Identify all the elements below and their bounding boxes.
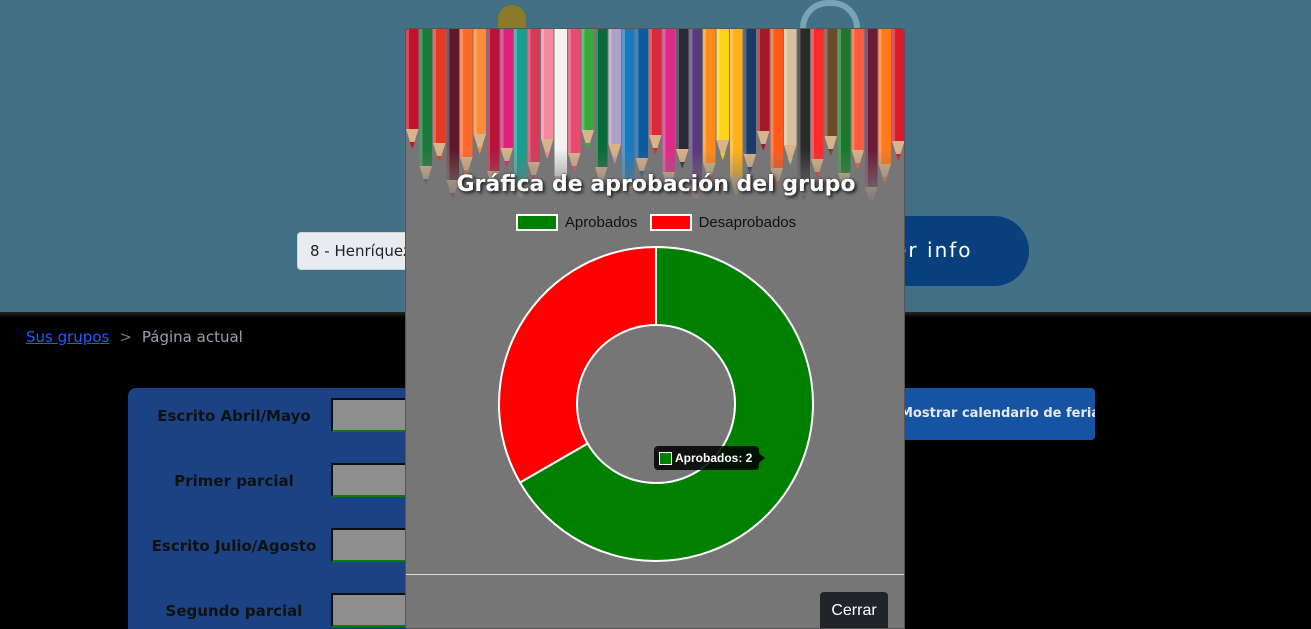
approval-chart-modal: Gráfica de aprobación del grupo Aprobado…: [405, 28, 905, 629]
pencil-shape: [676, 29, 689, 169]
pencil-shape: [892, 29, 904, 161]
doughnut-chart: [406, 234, 904, 574]
legend-label: Desaprobados: [698, 214, 797, 231]
pencil-shape: [608, 29, 621, 164]
grade-row: Segundo parcial: [128, 593, 431, 629]
holiday-calendar-button[interactable]: Mostrar calendario de feriados: [880, 388, 1095, 440]
donut-slice-desaprobados[interactable]: [498, 245, 657, 484]
chart-legend: Aprobados Desaprobados: [406, 214, 904, 235]
breadcrumb-link-groups[interactable]: Sus grupos: [26, 328, 109, 346]
grade-label: Primer parcial: [174, 472, 294, 490]
pencil-shape: [649, 29, 662, 155]
breadcrumb-current: Página actual: [141, 328, 243, 346]
breadcrumb: Sus grupos > Página actual: [26, 328, 243, 346]
pencil-shape: [716, 29, 729, 160]
pencil-shape: [541, 29, 554, 159]
pencil-shape: [581, 29, 594, 150]
tooltip-swatch: [659, 451, 672, 465]
pencil-shape: [757, 29, 770, 151]
close-button[interactable]: Cerrar: [820, 592, 888, 628]
legend-item-desaprobados[interactable]: Desaprobados: [649, 214, 797, 231]
legend-swatch-red: [649, 214, 692, 231]
pencil-shape: [406, 29, 419, 149]
grade-row: Primer parcial: [128, 463, 431, 499]
grade-label: Escrito Abril/Mayo: [157, 407, 311, 425]
logo-arc: [800, 0, 860, 28]
legend-label: Aprobados: [564, 214, 638, 231]
grade-label: Escrito Julio/Agosto: [151, 537, 317, 555]
pencil-shape: [473, 29, 486, 154]
pencil-shape: [824, 29, 837, 156]
breadcrumb-separator: >: [119, 328, 132, 346]
legend-swatch-green: [515, 214, 558, 231]
tooltip-text: Aprobados: 2: [675, 451, 753, 465]
modal-title: Gráfica de aprobación del grupo: [456, 172, 856, 197]
grades-panel: Escrito Abril/Mayo Primer parcial Escrit…: [128, 388, 431, 629]
grade-label: Segundo parcial: [165, 602, 303, 620]
grade-row: Escrito Julio/Agosto: [128, 528, 431, 564]
legend-item-aprobados[interactable]: Aprobados: [515, 214, 638, 231]
grade-row: Escrito Abril/Mayo: [128, 398, 431, 434]
pencil-shape: [433, 29, 446, 163]
modal-footer-divider: [406, 574, 904, 575]
pencil-shape: [500, 29, 513, 168]
chart-tooltip: Aprobados: 2: [654, 446, 766, 470]
pencil-shape: [784, 29, 797, 165]
